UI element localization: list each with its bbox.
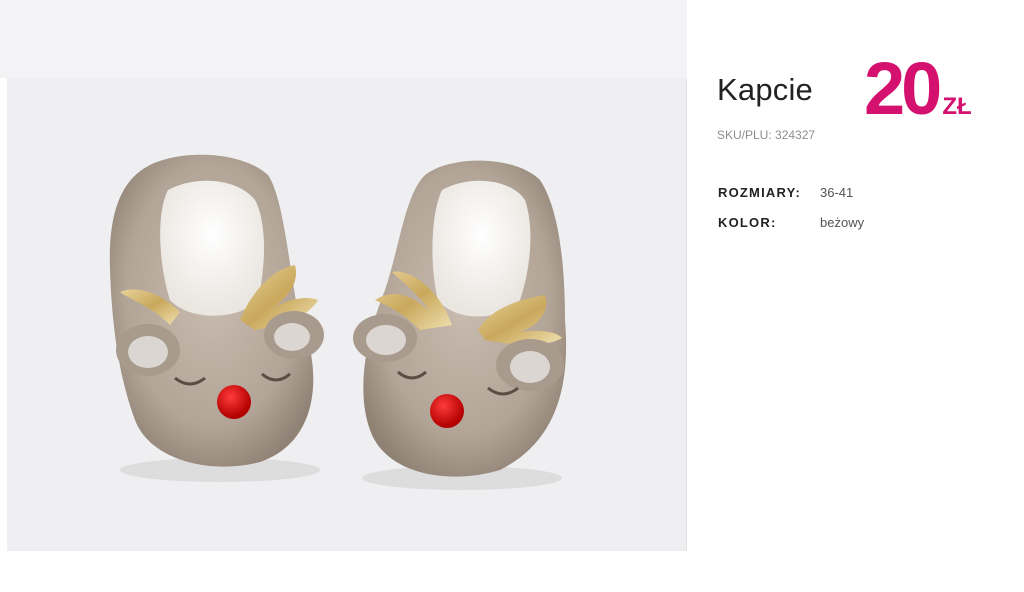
product-page: Kapcie SKU/PLU: 324327 20 ZŁ ROZMIARY: 36… [0, 0, 1024, 592]
product-image[interactable] [0, 0, 687, 551]
slippers-illustration [109, 154, 567, 490]
attribute-label: KOLOR: [718, 215, 777, 230]
product-sku: SKU/PLU: 324327 [717, 128, 816, 142]
attribute-sizes: ROZMIARY: 36-41 [718, 185, 853, 200]
attribute-label: ROZMIARY: [718, 185, 802, 200]
price-currency: ZŁ [942, 93, 972, 120]
attribute-value: 36-41 [820, 185, 854, 200]
product-price: 20 ZŁ [864, 52, 972, 126]
price-amount: 20 [864, 47, 942, 130]
product-title: Kapcie [717, 72, 813, 107]
left-slipper [109, 154, 324, 467]
attribute-value: beżowy [820, 215, 865, 230]
attribute-color: KOLOR: beżowy [718, 215, 864, 230]
right-slipper [353, 160, 567, 477]
